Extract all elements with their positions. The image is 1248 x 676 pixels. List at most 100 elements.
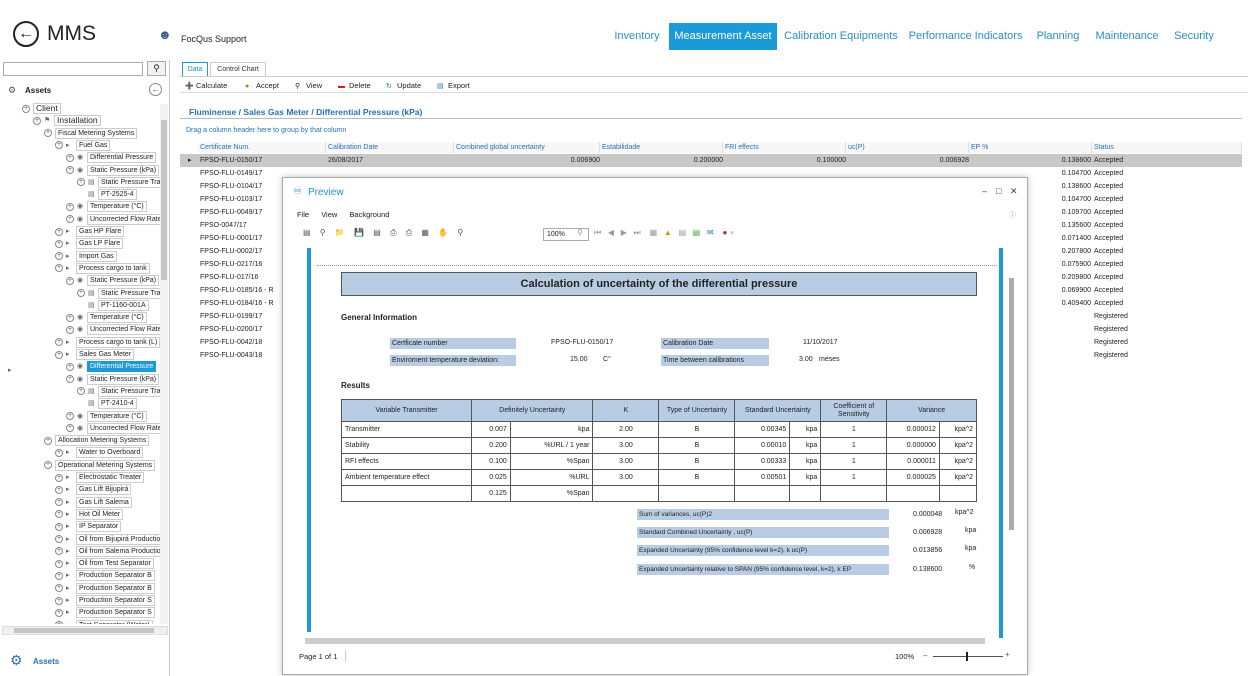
- export-options-icon[interactable]: ▦: [421, 228, 429, 237]
- expand-toggle-icon[interactable]: +: [33, 116, 41, 125]
- preview-vertical-scrollbar[interactable]: [1009, 278, 1014, 530]
- delete-button[interactable]: ▬ Delete: [338, 80, 371, 91]
- find-icon[interactable]: ⚲: [320, 228, 326, 237]
- tree-node[interactable]: + ▸ Fuel Gas: [55, 139, 111, 151]
- tree-node[interactable]: + ▸ Oil from Salema Production: [55, 545, 168, 557]
- expand-toggle-icon[interactable]: +: [55, 338, 63, 347]
- tree-node[interactable]: + ▸ Gas LP Flare: [55, 238, 124, 250]
- tree-node[interactable]: + ▸ Electrostatic Treater: [55, 472, 145, 483]
- expand-toggle-icon[interactable]: +: [55, 239, 63, 248]
- tree-node[interactable]: + ▸ Water to Overboard: [55, 447, 144, 459]
- menu-file[interactable]: File: [297, 210, 309, 219]
- tree-node[interactable]: + ◉ Uncorrected Flow Rate: [66, 422, 165, 434]
- col-header-fri-effects[interactable]: FRI effects: [723, 142, 846, 153]
- next-page-icon[interactable]: ▶: [621, 228, 627, 237]
- tree-node[interactable]: + ▸ Gas HP Flare: [55, 226, 125, 237]
- tab-data[interactable]: Data: [182, 62, 208, 76]
- expand-toggle-icon[interactable]: +: [66, 215, 74, 224]
- tree-node[interactable]: + ▸ Gas Lift Salema: [55, 496, 132, 508]
- expand-toggle-icon[interactable]: +: [55, 510, 63, 519]
- expand-toggle-icon[interactable]: +: [44, 461, 52, 470]
- tree-node[interactable]: + Allocation Metering Systems: [44, 435, 150, 447]
- tree-node[interactable]: + Fiscal Metering Systems: [44, 127, 138, 139]
- export-doc-icon[interactable]: ▤: [693, 228, 701, 237]
- tree-node[interactable]: + ▸ Production Separator S: [55, 607, 155, 619]
- expand-toggle-icon[interactable]: +: [66, 166, 74, 174]
- tree-node[interactable]: + ◉ Uncorrected Flow Rate: [66, 324, 165, 336]
- accept-button[interactable]: ● Accept: [245, 80, 279, 91]
- col-header-ep[interactable]: EP %: [969, 142, 1092, 153]
- expand-toggle-icon[interactable]: +: [66, 362, 74, 371]
- minimize-icon[interactable]: –: [982, 186, 987, 196]
- zoom-in-plus-icon[interactable]: +: [1005, 650, 1010, 659]
- close-preview-icon[interactable]: ●: [723, 228, 728, 237]
- col-header-ucp[interactable]: uc(P): [846, 142, 969, 153]
- back-arrow-icon[interactable]: ←: [13, 21, 39, 47]
- expand-toggle-icon[interactable]: +: [55, 621, 63, 624]
- tree-node[interactable]: + Client: [22, 103, 61, 114]
- color-icon[interactable]: ▲: [664, 228, 672, 237]
- tree-node[interactable]: + ◉ Temperature (°C): [66, 410, 147, 422]
- expand-toggle-icon[interactable]: +: [55, 535, 63, 543]
- expand-toggle-icon[interactable]: +: [55, 448, 63, 457]
- tree-node[interactable]: + ▸ Production Separator B: [55, 582, 155, 594]
- expand-toggle-icon[interactable]: +: [66, 424, 74, 433]
- nav-calibration-equipments[interactable]: Calibration Equipments: [780, 23, 902, 50]
- expand-toggle-icon[interactable]: +: [44, 436, 52, 445]
- col-header-calibration-date[interactable]: Calibration Date: [326, 142, 454, 153]
- open-icon[interactable]: 📁: [335, 228, 345, 237]
- calculate-button[interactable]: ➕ Calculate: [185, 80, 227, 91]
- expand-toggle-icon[interactable]: +: [77, 178, 85, 187]
- watermark-icon[interactable]: ▤: [678, 228, 686, 237]
- tree-node[interactable]: + ▸ Production Separator B: [55, 570, 155, 582]
- zoom-out-icon[interactable]: –: [923, 651, 927, 660]
- tree-node[interactable]: + ◉ Static Pressure (kPa): [66, 275, 160, 287]
- close-icon[interactable]: ✕: [1010, 186, 1018, 197]
- zoom-slider-thumb[interactable]: [966, 652, 968, 661]
- tree-search-input[interactable]: [3, 62, 143, 76]
- col-header-estabilidade[interactable]: Estabilidade: [600, 142, 723, 153]
- expand-toggle-icon[interactable]: +: [55, 473, 63, 482]
- expand-toggle-icon[interactable]: +: [55, 522, 63, 531]
- tree-node[interactable]: + ▸ Import Gas: [55, 250, 117, 262]
- tree-node[interactable]: + ◉ Temperature (°C): [66, 201, 147, 213]
- expand-toggle-icon[interactable]: +: [66, 202, 74, 211]
- expand-toggle-icon[interactable]: +: [77, 387, 85, 396]
- expand-toggle-icon[interactable]: +: [55, 141, 63, 150]
- tree-node[interactable]: + ◉ Uncorrected Flow Rate: [66, 213, 165, 225]
- maximize-icon[interactable]: □: [996, 186, 1001, 196]
- tree-node[interactable]: ▤ PT-2525-4: [88, 189, 137, 201]
- document-map-icon[interactable]: ▤: [303, 228, 311, 237]
- tree-node[interactable]: + ▸ Sales Gas Meter: [55, 349, 135, 360]
- expand-toggle-icon[interactable]: +: [66, 313, 74, 322]
- tree-node[interactable]: + ▸ Oil from Test Separator: [55, 558, 154, 570]
- expand-toggle-icon[interactable]: +: [55, 559, 63, 568]
- tree-node[interactable]: +▤Static Pressure Transmitter: [77, 287, 168, 299]
- expand-toggle-icon[interactable]: +: [66, 412, 74, 420]
- preview-horizontal-scrollbar[interactable]: [305, 638, 985, 644]
- tree-node[interactable]: + ▸ Gas Lift Bijupirá: [55, 484, 132, 496]
- page-setup-icon[interactable]: ▤: [373, 228, 381, 237]
- col-header-status[interactable]: Status: [1092, 142, 1242, 153]
- expand-toggle-icon[interactable]: +: [55, 264, 63, 273]
- tree-node[interactable]: + ▸ Process cargo to tank (L): [55, 336, 161, 348]
- nav-security[interactable]: Security: [1168, 23, 1220, 50]
- expand-toggle-icon[interactable]: +: [66, 276, 74, 285]
- tree-hscroll-thumb[interactable]: [14, 628, 154, 633]
- tree-scroll-thumb[interactable]: [161, 120, 167, 280]
- prev-page-icon[interactable]: ◀: [608, 228, 614, 237]
- expand-toggle-icon[interactable]: +: [55, 596, 63, 605]
- expand-toggle-icon[interactable]: +: [55, 227, 63, 236]
- expand-toggle-icon[interactable]: +: [55, 498, 63, 507]
- zoom-slider[interactable]: [933, 656, 1003, 657]
- tree-node[interactable]: +▤Static Pressure Transmitter: [77, 385, 168, 397]
- expand-toggle-icon[interactable]: +: [66, 153, 74, 162]
- expand-toggle-icon[interactable]: +: [44, 129, 52, 138]
- tree-node[interactable]: + ▸ Production Separator S: [55, 595, 155, 606]
- expand-toggle-icon[interactable]: +: [66, 325, 74, 334]
- expand-arrow-icon[interactable]: ▸: [8, 366, 12, 374]
- tree-node[interactable]: + ▸ Process cargo to tank: [55, 262, 150, 274]
- tree-node[interactable]: + Operational Metering Systems: [44, 459, 156, 471]
- last-page-icon[interactable]: ⏭: [634, 228, 641, 237]
- export-button[interactable]: ▤ Export: [437, 80, 470, 91]
